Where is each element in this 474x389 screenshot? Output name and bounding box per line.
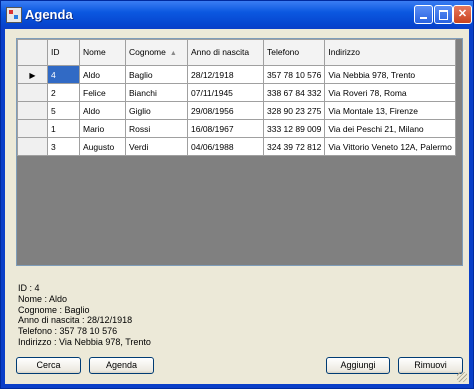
cell-indirizzo[interactable]: Via dei Peschi 21, Milano <box>324 119 456 138</box>
detail-cognome: Cognome : Baglio <box>18 304 90 315</box>
agenda-window: Agenda ✕ ID Nome Cognome ▲ Anno di nascit… <box>0 0 474 389</box>
column-header-anno-di-nascita[interactable]: Anno di nascita <box>187 39 264 66</box>
cell-anno-di-nascita[interactable]: 04/06/1988 <box>187 137 264 156</box>
column-header-cognome-label: Cognome <box>129 46 166 57</box>
cell-cognome[interactable]: Bianchi <box>125 83 188 102</box>
detail-indirizzo: Indirizzo : Via Nebbia 978, Trento <box>18 336 151 347</box>
app-icon <box>6 7 22 23</box>
column-header-cognome[interactable]: Cognome ▲ <box>125 39 188 66</box>
column-header-indirizzo[interactable]: Indirizzo <box>324 39 456 66</box>
detail-anno-di-nascita: Anno di nascita : 28/12/1918 <box>18 315 133 326</box>
cell-cognome[interactable]: Baglio <box>125 65 188 84</box>
cerca-button[interactable]: Cerca <box>16 357 81 374</box>
cell-telefono[interactable]: 333 12 89 009 <box>262 119 326 138</box>
cell-telefono[interactable]: 338 67 84 332 <box>262 83 326 102</box>
aggiungi-button[interactable]: Aggiungi <box>326 357 390 374</box>
cell-nome[interactable]: Felice <box>79 83 126 102</box>
corner-header <box>17 39 48 66</box>
cell-id[interactable]: 3 <box>47 137 80 156</box>
table-row[interactable]: 5 Aldo Giglio 29/08/1956 328 90 23 275 V… <box>17 101 456 120</box>
cell-nome[interactable]: Aldo <box>79 65 126 84</box>
contacts-data-grid[interactable]: ID Nome Cognome ▲ Anno di nascita Telefon… <box>16 38 463 266</box>
cell-id[interactable]: 2 <box>47 83 80 102</box>
cell-telefono[interactable]: 324 39 72 812 <box>262 137 326 156</box>
table-row[interactable]: ▶ 4 Aldo Baglio 28/12/1918 357 78 10 576… <box>17 65 456 84</box>
row-header[interactable] <box>17 83 48 102</box>
detail-telefono: Telefono : 357 78 10 576 <box>18 326 118 337</box>
current-row-pointer-icon: ▶ <box>29 70 36 80</box>
agenda-button[interactable]: Agenda <box>89 357 154 374</box>
cell-anno-di-nascita[interactable]: 16/08/1967 <box>187 119 264 138</box>
cell-nome[interactable]: Aldo <box>79 101 126 120</box>
row-header[interactable]: ▶ <box>17 65 48 84</box>
table-row[interactable]: 2 Felice Bianchi 07/11/1945 338 67 84 33… <box>17 83 456 102</box>
cell-cognome[interactable]: Giglio <box>125 101 188 120</box>
close-button[interactable]: ✕ <box>453 5 472 24</box>
detail-id: ID : 4 <box>18 283 40 293</box>
row-header[interactable] <box>17 137 48 156</box>
cell-nome[interactable]: Augusto <box>79 137 126 156</box>
cell-indirizzo[interactable]: Via Vittorio Veneto 12A, Palermo <box>324 137 456 156</box>
header-row: ID Nome Cognome ▲ Anno di nascita Telefon… <box>17 39 456 66</box>
cell-id[interactable]: 1 <box>47 119 80 138</box>
cell-anno-di-nascita[interactable]: 28/12/1918 <box>187 65 264 84</box>
cell-anno-di-nascita[interactable]: 07/11/1945 <box>187 83 264 102</box>
table-row[interactable]: 1 Mario Rossi 16/08/1967 333 12 89 009 V… <box>17 119 456 138</box>
sort-ascending-icon: ▲ <box>169 49 177 57</box>
cell-id[interactable]: 5 <box>47 101 80 120</box>
column-header-id[interactable]: ID <box>47 39 80 66</box>
cell-indirizzo[interactable]: Via Roveri 78, Roma <box>324 83 456 102</box>
cell-telefono[interactable]: 357 78 10 576 <box>262 65 326 84</box>
cell-id[interactable]: 4 <box>47 65 80 84</box>
maximize-button[interactable] <box>434 5 453 24</box>
title-bar[interactable]: Agenda ✕ <box>1 1 473 29</box>
column-header-nome[interactable]: Nome <box>79 39 126 66</box>
cell-cognome[interactable]: Rossi <box>125 119 188 138</box>
contact-details: ID : 4 Nome : Aldo Cognome : Baglio Anno… <box>18 283 151 348</box>
minimize-button[interactable] <box>414 5 433 24</box>
resize-grip-icon[interactable] <box>457 372 467 382</box>
form-client-area: ID Nome Cognome ▲ Anno di nascita Telefon… <box>5 29 469 384</box>
cell-telefono[interactable]: 328 90 23 275 <box>262 101 326 120</box>
cell-anno-di-nascita[interactable]: 29/08/1956 <box>187 101 264 120</box>
cell-cognome[interactable]: Verdi <box>125 137 188 156</box>
row-header[interactable] <box>17 101 48 120</box>
contacts-table: ID Nome Cognome ▲ Anno di nascita Telefon… <box>17 39 456 156</box>
cell-indirizzo[interactable]: Via Nebbia 978, Trento <box>324 65 456 84</box>
window-title: Agenda <box>25 7 73 22</box>
detail-nome: Nome : Aldo <box>18 293 68 304</box>
rimuovi-button[interactable]: Rimuovi <box>398 357 463 374</box>
row-header[interactable] <box>17 119 48 138</box>
cell-indirizzo[interactable]: Via Montale 13, Firenze <box>324 101 456 120</box>
table-row[interactable]: 3 Augusto Verdi 04/06/1988 324 39 72 812… <box>17 137 456 156</box>
cell-nome[interactable]: Mario <box>79 119 126 138</box>
column-header-telefono[interactable]: Telefono <box>262 39 326 66</box>
